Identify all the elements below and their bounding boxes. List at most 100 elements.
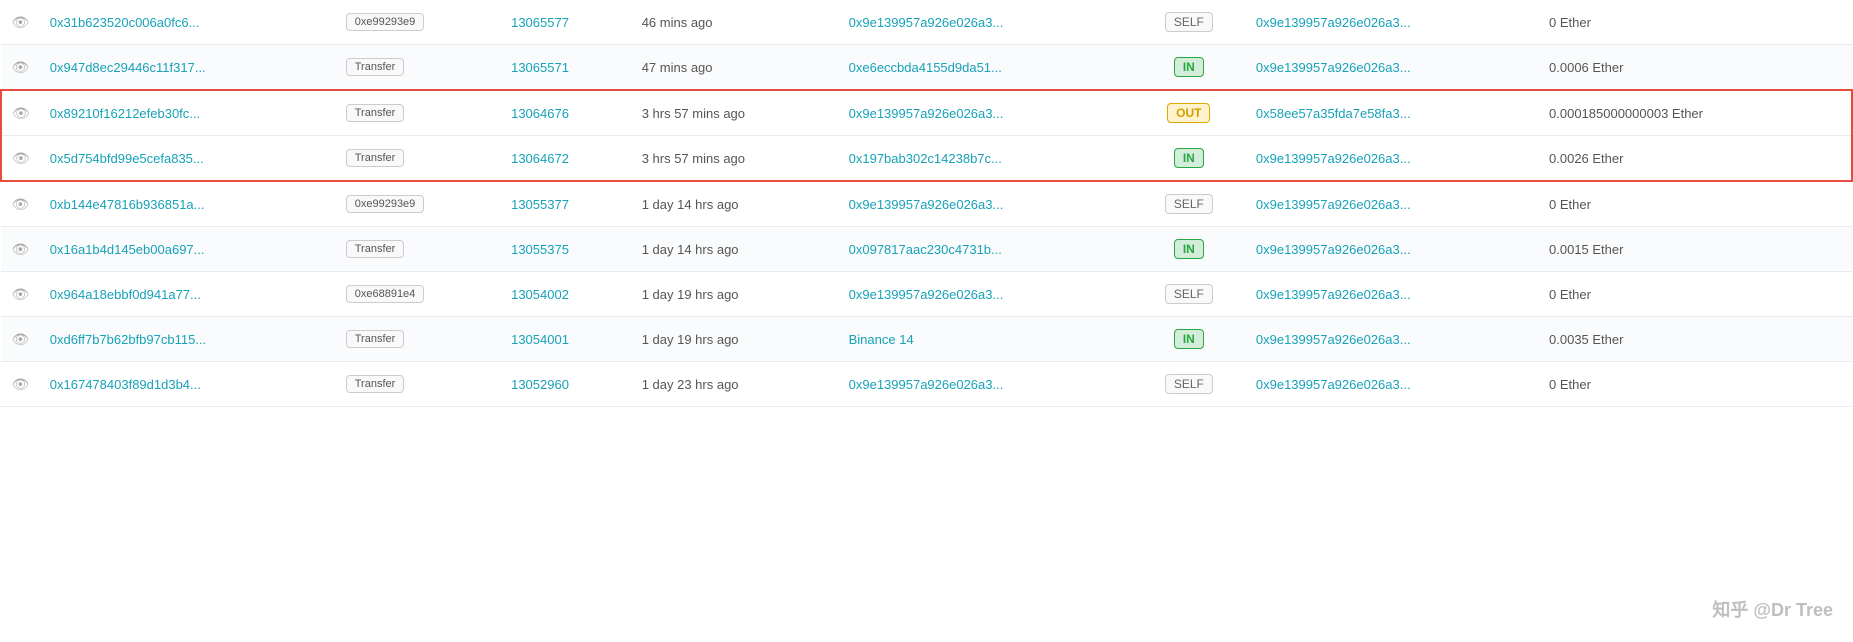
value-cell: 0 Ether [1539, 362, 1831, 407]
extra-cell [1831, 362, 1852, 407]
to-address[interactable]: 0x9e139957a926e026a3... [1256, 15, 1411, 30]
age-text: 1 day 23 hrs ago [642, 377, 739, 392]
to-address[interactable]: 0x9e139957a926e026a3... [1256, 377, 1411, 392]
method-badge: Transfer [346, 375, 405, 393]
block-link[interactable]: 13065577 [511, 15, 569, 30]
from-cell: 0x9e139957a926e026a3... [839, 181, 1132, 227]
tx-hash-link[interactable]: 0x16a1b4d145eb00a697... [50, 242, 205, 257]
from-address[interactable]: 0x9e139957a926e026a3... [849, 287, 1004, 302]
eye-icon[interactable]: 👁 [12, 105, 30, 121]
table-row: 👁 0x947d8ec29446c11f317... Transfer 1306… [1, 45, 1852, 91]
eye-cell: 👁 [1, 0, 40, 45]
from-cell: 0x197bab302c14238b7c... [839, 136, 1132, 182]
age-text: 1 day 19 hrs ago [642, 332, 739, 347]
extra-cell [1831, 227, 1852, 272]
from-address[interactable]: 0x097817aac230c4731b... [849, 242, 1002, 257]
from-cell: 0xe6eccbda4155d9da51... [839, 45, 1132, 91]
block-cell: 13054001 [501, 317, 632, 362]
direction-badge: IN [1174, 148, 1204, 168]
to-address[interactable]: 0x9e139957a926e026a3... [1256, 242, 1411, 257]
tx-hash-link[interactable]: 0x964a18ebbf0d941a77... [50, 287, 201, 302]
block-link[interactable]: 13054002 [511, 287, 569, 302]
method-cell: 0xe68891e4 [336, 272, 501, 317]
block-link[interactable]: 13052960 [511, 377, 569, 392]
from-cell: 0x9e139957a926e026a3... [839, 90, 1132, 136]
block-cell: 13064672 [501, 136, 632, 182]
direction-badge: IN [1174, 239, 1204, 259]
tx-hash-link[interactable]: 0x167478403f89d1d3b4... [50, 377, 201, 392]
to-address[interactable]: 0x9e139957a926e026a3... [1256, 151, 1411, 166]
block-link[interactable]: 13055375 [511, 242, 569, 257]
to-cell: 0x9e139957a926e026a3... [1246, 181, 1539, 227]
tx-hash-link[interactable]: 0x31b623520c006a0fc6... [50, 15, 200, 30]
block-link[interactable]: 13055377 [511, 197, 569, 212]
eye-cell: 👁 [1, 272, 40, 317]
direction-cell: SELF [1132, 272, 1246, 317]
to-cell: 0x9e139957a926e026a3... [1246, 136, 1539, 182]
block-cell: 13054002 [501, 272, 632, 317]
transactions-table: 👁 0x31b623520c006a0fc6... 0xe99293e9 130… [0, 0, 1853, 407]
age-cell: 1 day 19 hrs ago [632, 272, 839, 317]
value-text: 0.0015 Ether [1549, 242, 1623, 257]
eye-icon[interactable]: 👁 [12, 241, 30, 257]
direction-badge: IN [1174, 329, 1204, 349]
value-cell: 0 Ether [1539, 181, 1831, 227]
block-cell: 13055375 [501, 227, 632, 272]
tx-hash-link[interactable]: 0xb144e47816b936851a... [50, 197, 205, 212]
eye-icon[interactable]: 👁 [12, 331, 30, 347]
from-address[interactable]: 0x9e139957a926e026a3... [849, 377, 1004, 392]
table-row: 👁 0x16a1b4d145eb00a697... Transfer 13055… [1, 227, 1852, 272]
age-text: 46 mins ago [642, 15, 713, 30]
age-text: 1 day 19 hrs ago [642, 287, 739, 302]
direction-badge: SELF [1165, 374, 1213, 394]
to-address[interactable]: 0x9e139957a926e026a3... [1256, 332, 1411, 347]
value-text: 0.0006 Ether [1549, 60, 1623, 75]
block-cell: 13055377 [501, 181, 632, 227]
block-link[interactable]: 13065571 [511, 60, 569, 75]
to-cell: 0x9e139957a926e026a3... [1246, 362, 1539, 407]
value-text: 0.0026 Ether [1549, 151, 1623, 166]
from-address[interactable]: 0x9e139957a926e026a3... [849, 197, 1004, 212]
table-row: 👁 0x31b623520c006a0fc6... 0xe99293e9 130… [1, 0, 1852, 45]
block-link[interactable]: 13054001 [511, 332, 569, 347]
tx-hash-link[interactable]: 0x5d754bfd99e5cefa835... [50, 151, 204, 166]
method-badge: Transfer [346, 149, 405, 167]
age-cell: 47 mins ago [632, 45, 839, 91]
block-link[interactable]: 13064676 [511, 106, 569, 121]
eye-icon[interactable]: 👁 [12, 196, 30, 212]
value-text: 0 Ether [1549, 15, 1591, 30]
tx-hash-cell: 0x31b623520c006a0fc6... [40, 0, 336, 45]
table-row: 👁 0x964a18ebbf0d941a77... 0xe68891e4 130… [1, 272, 1852, 317]
eye-icon[interactable]: 👁 [12, 150, 30, 166]
eye-icon[interactable]: 👁 [12, 286, 30, 302]
age-text: 1 day 14 hrs ago [642, 242, 739, 257]
block-link[interactable]: 13064672 [511, 151, 569, 166]
age-cell: 46 mins ago [632, 0, 839, 45]
from-address[interactable]: 0xe6eccbda4155d9da51... [849, 60, 1002, 75]
from-address[interactable]: Binance 14 [849, 332, 914, 347]
to-address[interactable]: 0x9e139957a926e026a3... [1256, 60, 1411, 75]
eye-icon[interactable]: 👁 [12, 376, 30, 392]
extra-cell [1831, 317, 1852, 362]
to-cell: 0x9e139957a926e026a3... [1246, 317, 1539, 362]
to-address[interactable]: 0x9e139957a926e026a3... [1256, 287, 1411, 302]
extra-cell [1831, 181, 1852, 227]
to-address[interactable]: 0x58ee57a35fda7e58fa3... [1256, 106, 1411, 121]
tx-hash-link[interactable]: 0x89210f16212efeb30fc... [50, 106, 200, 121]
from-cell: 0x9e139957a926e026a3... [839, 0, 1132, 45]
age-cell: 1 day 14 hrs ago [632, 227, 839, 272]
from-address[interactable]: 0x197bab302c14238b7c... [849, 151, 1002, 166]
method-cell: Transfer [336, 45, 501, 91]
method-cell: 0xe99293e9 [336, 181, 501, 227]
from-address[interactable]: 0x9e139957a926e026a3... [849, 15, 1004, 30]
tx-hash-link[interactable]: 0xd6ff7b7b62bfb97cb115... [50, 332, 206, 347]
eye-icon[interactable]: 👁 [12, 14, 30, 30]
eye-cell: 👁 [1, 362, 40, 407]
to-address[interactable]: 0x9e139957a926e026a3... [1256, 197, 1411, 212]
eye-icon[interactable]: 👁 [12, 59, 30, 75]
age-cell: 1 day 23 hrs ago [632, 362, 839, 407]
tx-hash-link[interactable]: 0x947d8ec29446c11f317... [50, 60, 206, 75]
from-address[interactable]: 0x9e139957a926e026a3... [849, 106, 1004, 121]
watermark: 知乎 @Dr Tree [1712, 596, 1833, 622]
table-row: 👁 0x167478403f89d1d3b4... Transfer 13052… [1, 362, 1852, 407]
